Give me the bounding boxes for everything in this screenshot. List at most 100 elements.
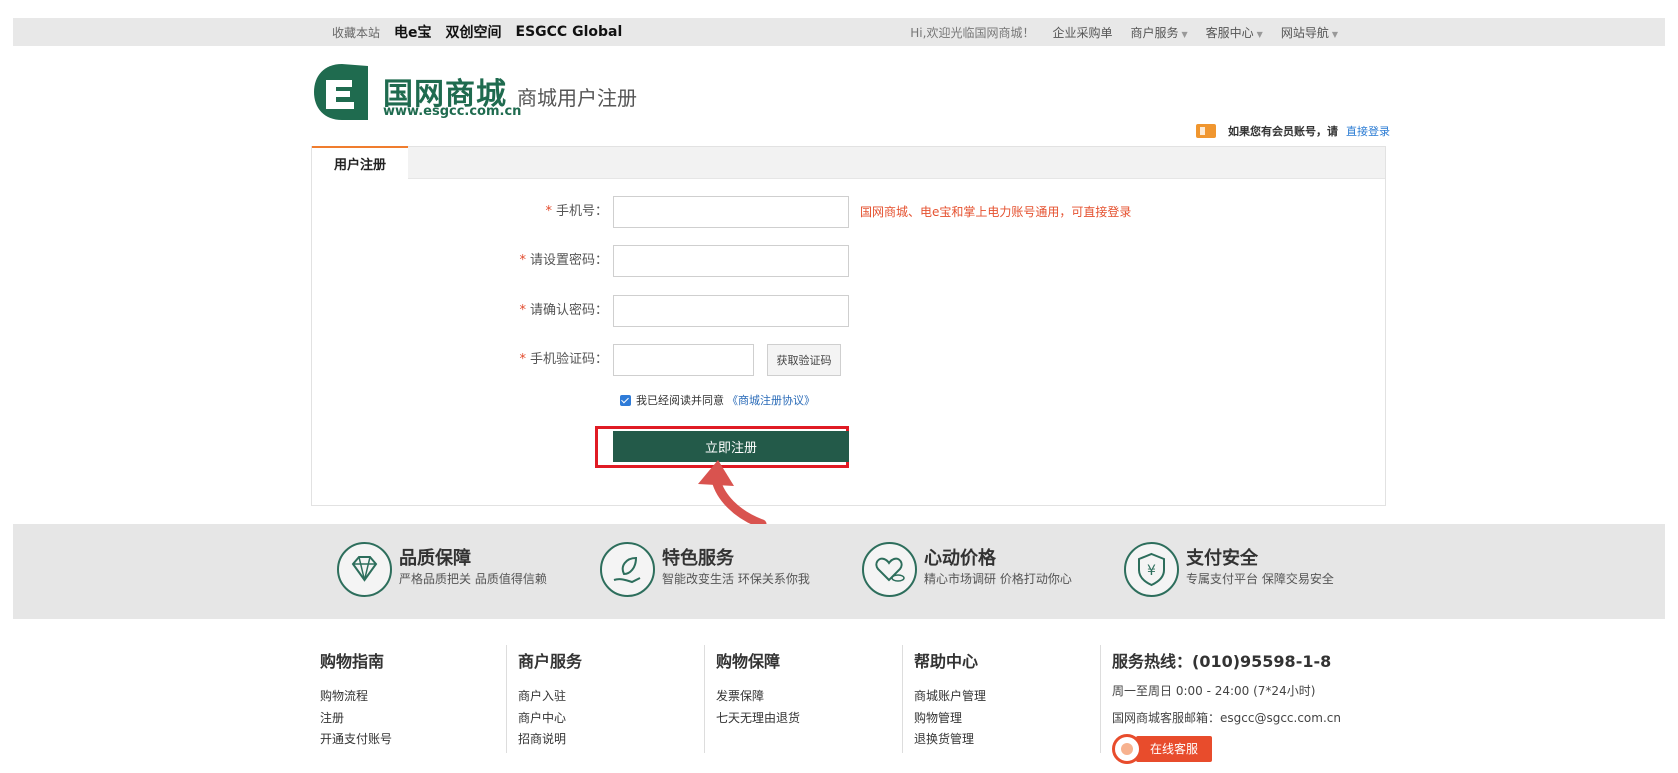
code-row: * 手机验证码： 获取验证码 xyxy=(312,344,1385,376)
footer-col-guarantee: 购物保障 发票保障 七天无理由退货 xyxy=(716,648,800,729)
footer-link[interactable]: 退换货管理 xyxy=(914,729,986,751)
required-mark: * xyxy=(545,204,552,219)
curved-arrow-icon xyxy=(698,460,767,526)
footer-col-help: 帮助中心 商城账户管理 购物管理 退换货管理 xyxy=(914,648,986,751)
feature-desc: 严格品质把关 品质值得信赖 xyxy=(399,572,547,586)
diamond-icon xyxy=(337,542,392,597)
esgcc-logo-icon[interactable] xyxy=(312,62,372,122)
password-label-text: 请设置密码： xyxy=(529,253,608,268)
code-label: * 手机验证码： xyxy=(519,344,608,376)
footer-link[interactable]: 发票保障 xyxy=(716,686,800,708)
member-card-icon xyxy=(1196,124,1216,138)
feature-desc: 专属支付平台 保障交易安全 xyxy=(1186,572,1334,586)
agree-text: 我已经阅读并同意 xyxy=(636,394,724,407)
footer-link[interactable]: 购物流程 xyxy=(320,686,392,708)
footer-col-title: 商户服务 xyxy=(518,652,583,671)
password-label: * 请设置密码： xyxy=(519,245,608,277)
online-service-button[interactable]: 在线客服 xyxy=(1112,734,1213,764)
sms-code-input[interactable] xyxy=(613,344,754,376)
footer-col-guide: 购物指南 购物流程 注册 开通支付账号 xyxy=(320,648,392,751)
footer-col-title: 帮助中心 xyxy=(914,652,979,671)
service-hours: 周一至周日 0:00 - 24:00 (7*24小时) xyxy=(1112,684,1316,698)
feature-desc: 智能改变生活 环保关系你我 xyxy=(662,572,810,586)
phone-label: * 手机号： xyxy=(545,196,608,228)
confirm-row: * 请确认密码： xyxy=(312,295,1385,327)
direct-login-link[interactable]: 直接登录 xyxy=(1346,123,1390,139)
footer-link[interactable]: 注册 xyxy=(320,708,392,730)
nav-site-map[interactable]: 网站导航 ▼ xyxy=(1281,24,1338,41)
required-mark: * xyxy=(519,303,526,318)
nav-customer-center[interactable]: 客服中心 ▼ xyxy=(1206,24,1263,41)
agreement-link[interactable]: 《商城注册协议》 xyxy=(727,392,815,408)
heart-coin-icon xyxy=(862,542,917,597)
footer-link[interactable]: 招商说明 xyxy=(518,729,582,751)
chevron-down-icon: ▼ xyxy=(1181,29,1188,39)
register-panel: 用户注册 * 手机号： 国网商城、电e宝和掌上电力账号通用，可直接登录 * 请设置密… xyxy=(311,146,1386,506)
top-bar-inner: 收藏本站 电e宝 双创空间 ESGCC Global Hi,欢迎光临国网商城！ … xyxy=(320,18,1370,46)
nav-label: 商户服务 xyxy=(1130,25,1179,40)
chevron-down-icon: ▼ xyxy=(1256,29,1263,39)
phone-label-text: 手机号： xyxy=(555,204,608,219)
footer-divider xyxy=(902,645,903,753)
feature-title: 心动价格 xyxy=(924,548,996,569)
service-hotline: 服务热线：(010)95598-1-8 xyxy=(1112,652,1332,671)
headset-icon xyxy=(1112,734,1142,764)
tab-user-register[interactable]: 用户注册 xyxy=(312,146,408,179)
svg-text:¥: ¥ xyxy=(1147,563,1156,579)
favorite-link[interactable]: 收藏本站 xyxy=(332,24,380,41)
confirm-label-text: 请确认密码： xyxy=(529,303,608,318)
footer-link[interactable]: 商户中心 xyxy=(518,708,582,730)
footer-link[interactable]: 开通支付账号 xyxy=(320,729,392,751)
nav-merchant-service[interactable]: 商户服务 ▼ xyxy=(1130,24,1187,41)
get-code-button[interactable]: 获取验证码 xyxy=(767,344,841,376)
phone-input[interactable] xyxy=(613,196,849,228)
logo-url: www.esgcc.com.cn xyxy=(383,104,522,119)
service-email: 国网商城客服邮箱：esgcc@sgcc.com.cn xyxy=(1112,711,1341,725)
feature-desc: 精心市场调研 价格打动你心 xyxy=(924,572,1072,586)
confirm-password-input[interactable] xyxy=(613,295,849,327)
code-label-text: 手机验证码： xyxy=(529,352,608,367)
link-esgcc-global[interactable]: ESGCC Global xyxy=(516,24,623,40)
phone-row: * 手机号： 国网商城、电e宝和掌上电力账号通用，可直接登录 xyxy=(312,196,1385,228)
yen-shield-icon: ¥ xyxy=(1124,542,1179,597)
nav-enterprise-purchase[interactable]: 企业采购单 xyxy=(1052,24,1112,41)
agreement-row: 我已经阅读并同意 《商城注册协议》 xyxy=(620,392,815,408)
leaf-hand-icon xyxy=(600,542,655,597)
nav-label: 客服中心 xyxy=(1205,25,1254,40)
top-bar-left: 收藏本站 电e宝 双创空间 ESGCC Global xyxy=(332,18,622,46)
phone-note: 国网商城、电e宝和掌上电力账号通用，可直接登录 xyxy=(860,205,1132,219)
password-input[interactable] xyxy=(613,245,849,277)
footer-divider xyxy=(704,645,705,753)
footer-link[interactable]: 七天无理由退货 xyxy=(716,708,800,730)
top-bar: 收藏本站 电e宝 双创空间 ESGCC Global Hi,欢迎光临国网商城！ … xyxy=(13,18,1665,46)
online-service-label: 在线客服 xyxy=(1136,736,1213,762)
footer-link[interactable]: 商户入驻 xyxy=(518,686,582,708)
feature-title: 品质保障 xyxy=(399,548,471,569)
footer-divider xyxy=(506,645,507,753)
features-band: 品质保障 严格品质把关 品质值得信赖 特色服务 智能改变生活 环保关系你我 心动… xyxy=(13,524,1665,619)
welcome-text: Hi,欢迎光临国网商城！ xyxy=(910,25,1035,40)
password-row: * 请设置密码： xyxy=(312,245,1385,277)
top-bar-right: Hi,欢迎光临国网商城！ 企业采购单 商户服务 ▼ 客服中心 ▼ 网站导航 ▼ xyxy=(910,18,1338,46)
chevron-down-icon: ▼ xyxy=(1331,29,1338,39)
link-dianebao[interactable]: 电e宝 xyxy=(394,22,432,42)
footer-col-merchant: 商户服务 商户入驻 商户中心 招商说明 xyxy=(518,648,582,751)
page-title: 商城用户注册 xyxy=(517,86,637,110)
login-hint-text: 如果您有会员账号，请 xyxy=(1228,125,1338,138)
link-shuangchuang[interactable]: 双创空间 xyxy=(446,22,502,42)
footer-col-title: 购物指南 xyxy=(320,652,385,671)
feature-title: 特色服务 xyxy=(662,548,734,569)
footer-link[interactable]: 商城账户管理 xyxy=(914,686,986,708)
required-mark: * xyxy=(519,253,526,268)
nav-label: 企业采购单 xyxy=(1052,25,1113,40)
panel-tabs: 用户注册 xyxy=(312,146,1385,179)
required-mark: * xyxy=(519,352,526,367)
confirm-label: * 请确认密码： xyxy=(519,295,608,327)
feature-title: 支付安全 xyxy=(1186,548,1258,569)
footer-divider xyxy=(1100,645,1101,753)
nav-label: 网站导航 xyxy=(1280,25,1329,40)
login-hint: 如果您有会员账号，请 直接登录 xyxy=(1196,123,1390,139)
footer-col-title: 购物保障 xyxy=(716,652,781,671)
agree-checkbox[interactable] xyxy=(620,394,631,406)
footer-link[interactable]: 购物管理 xyxy=(914,708,986,730)
